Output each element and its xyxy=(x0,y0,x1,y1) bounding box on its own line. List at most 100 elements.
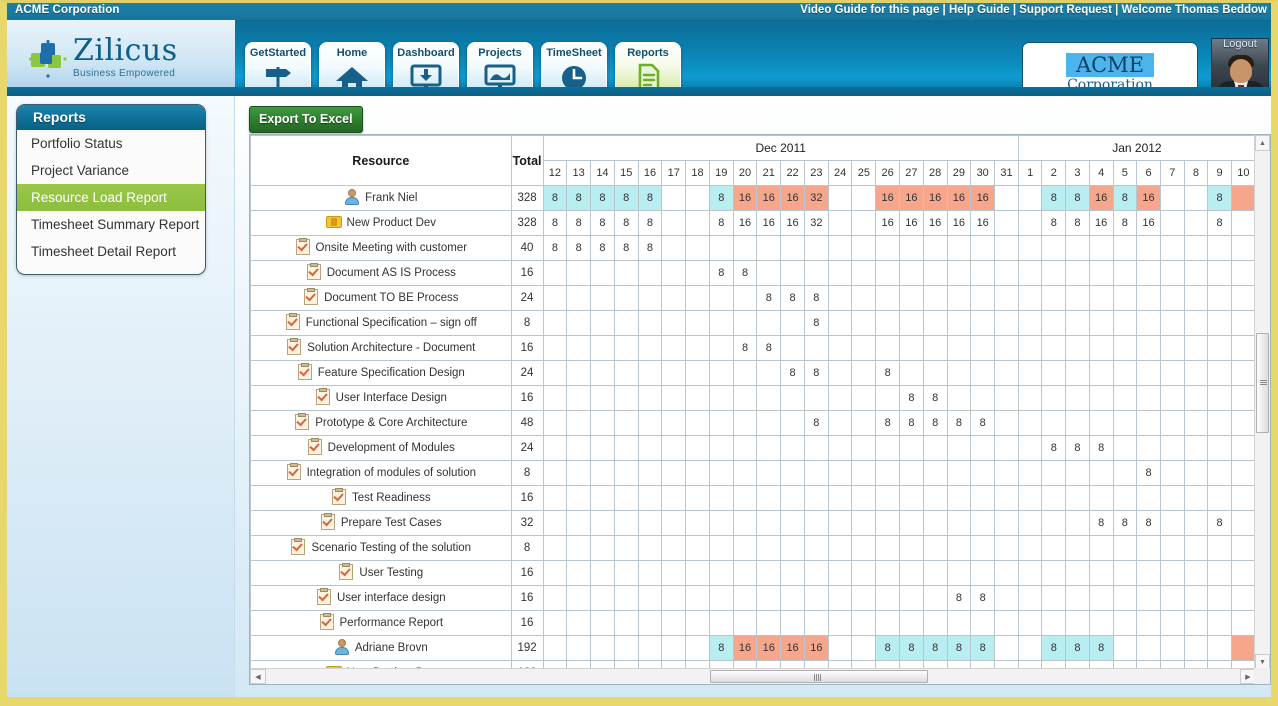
day-cell xyxy=(851,185,877,211)
table-row[interactable]: Prepare Test Cases 32 8 8 8 8 xyxy=(250,510,1256,536)
nav-tab-timesheet[interactable]: TimeSheet xyxy=(541,42,607,104)
day-cell xyxy=(922,485,948,511)
table-row[interactable]: Scenario Testing of the solution 8 xyxy=(250,535,1256,561)
day-cell xyxy=(875,235,901,261)
day-cell: 8 xyxy=(1207,185,1232,211)
table-row[interactable]: Development of Modules 24 8 8 8 xyxy=(250,435,1256,461)
table-row[interactable]: User Testing 16 xyxy=(250,560,1256,586)
day-cell xyxy=(970,260,996,286)
day-cell xyxy=(1041,535,1067,561)
day-cell xyxy=(1088,310,1114,336)
day-cell xyxy=(827,410,853,436)
day-cell xyxy=(1136,335,1161,361)
help-guide-link[interactable]: Help Guide xyxy=(949,4,1010,16)
day-cell xyxy=(756,585,782,611)
day-cell xyxy=(1136,535,1161,561)
table-row[interactable]: Integration of modules of solution 8 8 xyxy=(250,460,1256,486)
day-cell xyxy=(613,585,639,611)
day-cell: 16 xyxy=(803,635,829,661)
nav-tab-reports[interactable]: Reports xyxy=(615,42,681,104)
day-cell xyxy=(1017,510,1043,536)
day-cell xyxy=(803,335,829,361)
day-cell xyxy=(899,560,924,586)
day-cell xyxy=(1041,235,1067,261)
day-cell xyxy=(1088,260,1114,286)
day-cell xyxy=(994,460,1019,486)
day-cell xyxy=(566,510,592,536)
table-row[interactable]: Document TO BE Process 24 8 8 8 xyxy=(250,285,1256,311)
table-row[interactable]: Functional Specification – sign off 8 8 xyxy=(250,310,1256,336)
scroll-up-icon[interactable]: ▲ xyxy=(1255,135,1270,151)
total-cell: 8 xyxy=(510,535,544,561)
table-row[interactable]: Test Readiness 16 xyxy=(250,485,1256,511)
day-cell: 8 xyxy=(1041,185,1067,211)
sidebar-item-project-variance[interactable]: Project Variance xyxy=(17,157,205,184)
export-to-excel-button[interactable]: Export To Excel xyxy=(249,106,363,133)
day-cell xyxy=(851,435,877,461)
day-cell xyxy=(1065,260,1090,286)
day-cell: 8 xyxy=(1065,185,1090,211)
day-header-8: 8 xyxy=(1183,160,1209,186)
day-cell: 16 xyxy=(970,185,996,211)
day-cell xyxy=(922,510,948,536)
table-row[interactable]: Prototype & Core Architecture 48 8 8 8 8 8 8 xyxy=(250,410,1256,436)
day-cell xyxy=(732,460,758,486)
day-cell xyxy=(566,285,592,311)
vertical-scroll-thumb[interactable] xyxy=(1256,333,1269,433)
table-row[interactable]: User interface design 16 8 8 xyxy=(250,585,1256,611)
person-icon xyxy=(344,189,360,205)
day-cell xyxy=(970,510,996,536)
day-cell xyxy=(1112,260,1138,286)
scroll-left-icon[interactable]: ◀ xyxy=(250,669,266,684)
table-row[interactable]: Performance Report 16 xyxy=(250,610,1256,636)
day-cell xyxy=(1159,435,1185,461)
horizontal-scrollbar[interactable]: ◀ ▶ xyxy=(250,668,1256,684)
nav-tab-dashboard[interactable]: Dashboard xyxy=(393,42,459,104)
sidebar-item-portfolio-status[interactable]: Portfolio Status xyxy=(17,130,205,157)
horizontal-scroll-thumb[interactable] xyxy=(710,670,928,683)
resource-cell: User interface design xyxy=(250,585,512,611)
table-row[interactable]: User Interface Design 16 8 8 xyxy=(250,385,1256,411)
table-row[interactable]: Feature Specification Design 24 8 8 8 xyxy=(250,360,1256,386)
day-cell xyxy=(851,460,877,486)
day-cell xyxy=(708,560,734,586)
day-cell: 32 xyxy=(803,210,829,236)
day-cell xyxy=(613,260,639,286)
sidebar-item-timesheet-summary-report[interactable]: Timesheet Summary Report xyxy=(17,211,205,238)
table-row[interactable]: Adriane Brovn 192 8 16 16 16 16 8 8 8 8 8 8 8 8 xyxy=(250,635,1256,661)
day-cell xyxy=(875,260,901,286)
logout-label[interactable]: Logout xyxy=(1209,38,1271,50)
day-cell xyxy=(780,485,805,511)
nav-tab-getstarted[interactable]: GetStarted xyxy=(245,42,311,104)
day-cell xyxy=(756,535,782,561)
video-guide-link[interactable]: Video Guide for this page xyxy=(800,4,939,16)
day-cell xyxy=(637,435,663,461)
day-cell xyxy=(922,260,948,286)
day-cell xyxy=(637,285,663,311)
day-cell: 16 xyxy=(946,185,972,211)
table-row[interactable]: Frank Niel 328 8 8 8 8 8 8 16 16 16 32 16 16 16 16 16 8 8 1… xyxy=(250,185,1256,211)
nav-tab-projects[interactable]: Projects xyxy=(467,42,533,104)
sidebar-item-resource-load-report[interactable]: Resource Load Report xyxy=(17,184,205,211)
day-cell xyxy=(1136,610,1161,636)
day-cell xyxy=(661,610,687,636)
day-cell xyxy=(566,410,592,436)
support-request-link[interactable]: Support Request xyxy=(1019,4,1112,16)
sidebar-item-timesheet-detail-report[interactable]: Timesheet Detail Report xyxy=(17,238,205,265)
day-cell: 8 xyxy=(803,285,829,311)
table-row[interactable]: New Product Dev 328 8 8 8 8 8 8 16 16 16 32 16 16 16 16… xyxy=(250,210,1256,236)
day-cell xyxy=(1112,235,1138,261)
table-row[interactable]: Solution Architecture - Document 16 8 8 xyxy=(250,335,1256,361)
day-cell xyxy=(590,460,615,486)
day-cell: 8 xyxy=(613,210,639,236)
day-cell xyxy=(542,385,568,411)
day-cell xyxy=(827,560,853,586)
table-row[interactable]: Onsite Meeting with customer 40 8 8 8 8 8 xyxy=(250,235,1256,261)
nav-tab-home[interactable]: Home xyxy=(319,42,385,104)
resource-name: Test Readiness xyxy=(351,492,431,505)
task-icon xyxy=(331,488,347,505)
resource-name: New Product Dev xyxy=(346,217,437,230)
table-row[interactable]: Document AS IS Process 16 8 8 xyxy=(250,260,1256,286)
day-cell xyxy=(899,510,924,536)
vertical-scrollbar[interactable]: ▲ ▼ xyxy=(1254,135,1270,670)
